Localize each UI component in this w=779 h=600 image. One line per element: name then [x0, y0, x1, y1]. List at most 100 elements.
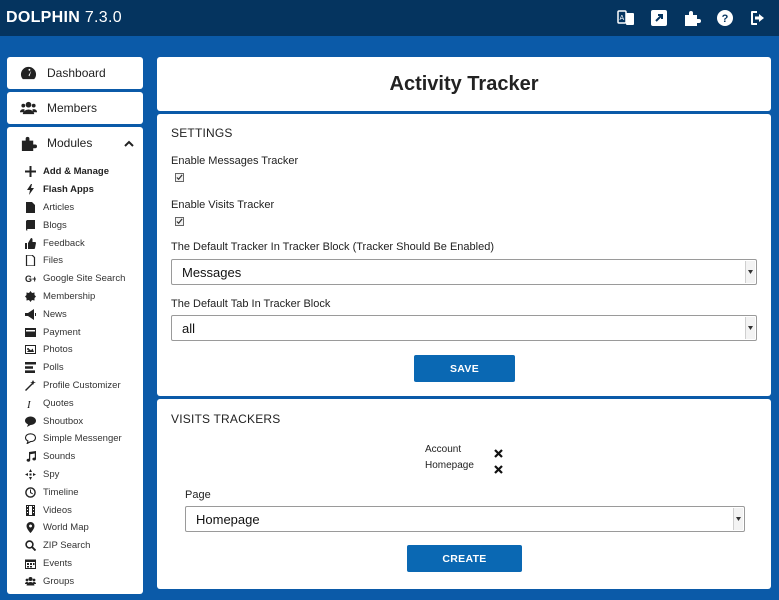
- settings-section-title: SETTINGS: [171, 126, 233, 140]
- sidebar-module-item[interactable]: Spy: [7, 466, 143, 484]
- logout-icon[interactable]: [749, 9, 767, 27]
- sidebar-module-item[interactable]: Photos: [7, 341, 143, 359]
- sidebar-module-label: Timeline: [43, 486, 79, 498]
- dropdown-arrow-icon[interactable]: [745, 261, 755, 283]
- brand[interactable]: DOLPHIN 7.3.0: [6, 9, 122, 27]
- sidebar-module-item[interactable]: News: [7, 305, 143, 323]
- sidebar-module-label: Files: [43, 255, 64, 267]
- sidebar-module-label: Profile Customizer: [43, 379, 121, 391]
- page-header: Activity Tracker: [157, 57, 771, 111]
- page-field-label: Page: [185, 489, 211, 501]
- google-plus-icon: G+: [23, 273, 37, 285]
- sidebar-module-item[interactable]: Groups: [7, 572, 143, 590]
- help-icon[interactable]: ?: [716, 9, 734, 27]
- sidebar-block-dashboard: Dashboard: [7, 57, 143, 89]
- sidebar-module-item[interactable]: Feedback: [7, 234, 143, 252]
- sidebar-module-label: Quotes: [43, 397, 74, 409]
- film-icon: [23, 504, 37, 516]
- visits-tracker-label: Enable Visits Tracker: [171, 199, 275, 211]
- users-icon: [23, 575, 37, 587]
- sidebar-item-label: Dashboard: [47, 66, 106, 80]
- sidebar: Dashboard Members Modules Add & Manage Fl…: [7, 57, 143, 597]
- default-tab-value: all: [182, 320, 196, 336]
- crosshair-icon: [23, 468, 37, 480]
- sidebar-module-item[interactable]: G+ Google Site Search: [7, 270, 143, 288]
- sidebar-item-modules[interactable]: Modules: [7, 127, 143, 159]
- sidebar-module-label: Payment: [43, 326, 81, 338]
- default-tracker-select[interactable]: Messages: [171, 259, 757, 285]
- visits-tracker-checkbox[interactable]: [175, 217, 184, 226]
- sidebar-module-item[interactable]: Membership: [7, 288, 143, 306]
- sidebar-item-label: Members: [47, 101, 98, 115]
- sidebar-module-item[interactable]: Simple Messenger: [7, 430, 143, 448]
- default-tab-label: The Default Tab In Tracker Block: [171, 298, 331, 310]
- sidebar-module-item[interactable]: Files: [7, 252, 143, 270]
- dropdown-arrow-icon[interactable]: [733, 508, 743, 530]
- plus-icon: [23, 166, 37, 178]
- sidebar-module-item[interactable]: Shoutbox: [7, 412, 143, 430]
- brand-version: 7.3.0: [84, 9, 122, 26]
- messages-tracker-label: Enable Messages Tracker: [171, 155, 299, 167]
- sidebar-module-label: Photos: [43, 344, 73, 356]
- book-icon: [23, 219, 37, 231]
- sidebar-module-item[interactable]: Polls: [7, 359, 143, 377]
- default-tracker-value: Messages: [182, 264, 242, 280]
- sidebar-module-item[interactable]: Profile Customizer: [7, 377, 143, 395]
- remove-homepage-icon[interactable]: [494, 461, 503, 474]
- dropdown-arrow-icon[interactable]: [745, 317, 755, 339]
- svg-text:?: ?: [722, 13, 729, 25]
- sidebar-module-item[interactable]: Blogs: [7, 216, 143, 234]
- svg-text:I: I: [26, 399, 32, 409]
- sidebar-module-item[interactable]: Flash Apps: [7, 181, 143, 199]
- megaphone-icon: [23, 308, 37, 320]
- visits-section-title: VISITS TRACKERS: [171, 412, 281, 426]
- remove-account-icon[interactable]: [494, 445, 503, 458]
- sidebar-module-label: Spy: [43, 468, 60, 480]
- create-button[interactable]: CREATE: [407, 545, 522, 572]
- sidebar-module-label: Sounds: [43, 451, 76, 463]
- sidebar-module-item[interactable]: Sounds: [7, 448, 143, 466]
- page-select-value: Homepage: [196, 511, 260, 527]
- top-bar: DOLPHIN 7.3.0 A ?: [0, 0, 779, 36]
- sidebar-block-modules: Modules Add & Manage Flash Apps Articles Bl…: [7, 127, 143, 595]
- tracker-account-label: Account: [425, 444, 462, 455]
- sidebar-module-label: Shoutbox: [43, 415, 84, 427]
- sidebar-module-label: Videos: [43, 504, 72, 516]
- sidebar-module-item[interactable]: Events: [7, 555, 143, 573]
- sidebar-module-item[interactable]: World Map: [7, 519, 143, 537]
- dashboard-icon: [19, 64, 37, 82]
- language-icon[interactable]: A: [617, 9, 635, 27]
- sidebar-module-item[interactable]: Videos: [7, 501, 143, 519]
- external-link-icon[interactable]: [650, 9, 668, 27]
- sidebar-module-item[interactable]: Payment: [7, 323, 143, 341]
- speech-bubble-icon: [23, 415, 37, 427]
- sidebar-module-label: Add & Manage: [43, 166, 109, 178]
- save-button[interactable]: SAVE: [414, 355, 515, 382]
- visits-trackers-panel: VISITS TRACKERS Account Homepage Page Ho…: [157, 399, 771, 589]
- top-icons: A ?: [617, 0, 767, 36]
- chevron-up-icon[interactable]: [124, 138, 134, 148]
- document-icon: [23, 201, 37, 213]
- messages-tracker-checkbox[interactable]: [175, 173, 184, 182]
- magic-wand-icon: [23, 379, 37, 391]
- puzzle-icon[interactable]: [683, 9, 701, 27]
- sidebar-item-members[interactable]: Members: [7, 92, 143, 124]
- sidebar-module-label: Polls: [43, 362, 64, 374]
- clock-icon: [23, 486, 37, 498]
- sidebar-module-item[interactable]: Articles: [7, 199, 143, 217]
- sidebar-item-label: Modules: [47, 136, 93, 150]
- default-tracker-label: The Default Tracker In Tracker Block (Tr…: [171, 241, 495, 253]
- sidebar-item-dashboard[interactable]: Dashboard: [7, 57, 143, 89]
- sidebar-module-label: Events: [43, 557, 73, 569]
- sidebar-module-item[interactable]: Add & Manage: [7, 163, 143, 181]
- sidebar-module-label: ZIP Search: [43, 540, 91, 552]
- sidebar-module-item[interactable]: Timeline: [7, 483, 143, 501]
- map-marker-icon: [23, 522, 37, 534]
- sidebar-module-label: Membership: [43, 290, 96, 302]
- brand-name: DOLPHIN: [6, 9, 81, 26]
- sidebar-module-item[interactable]: ZIP Search: [7, 537, 143, 555]
- default-tab-select[interactable]: all: [171, 315, 757, 341]
- page-select[interactable]: Homepage: [185, 506, 745, 532]
- sidebar-module-item[interactable]: I Quotes: [7, 394, 143, 412]
- sidebar-module-label: Blogs: [43, 219, 67, 231]
